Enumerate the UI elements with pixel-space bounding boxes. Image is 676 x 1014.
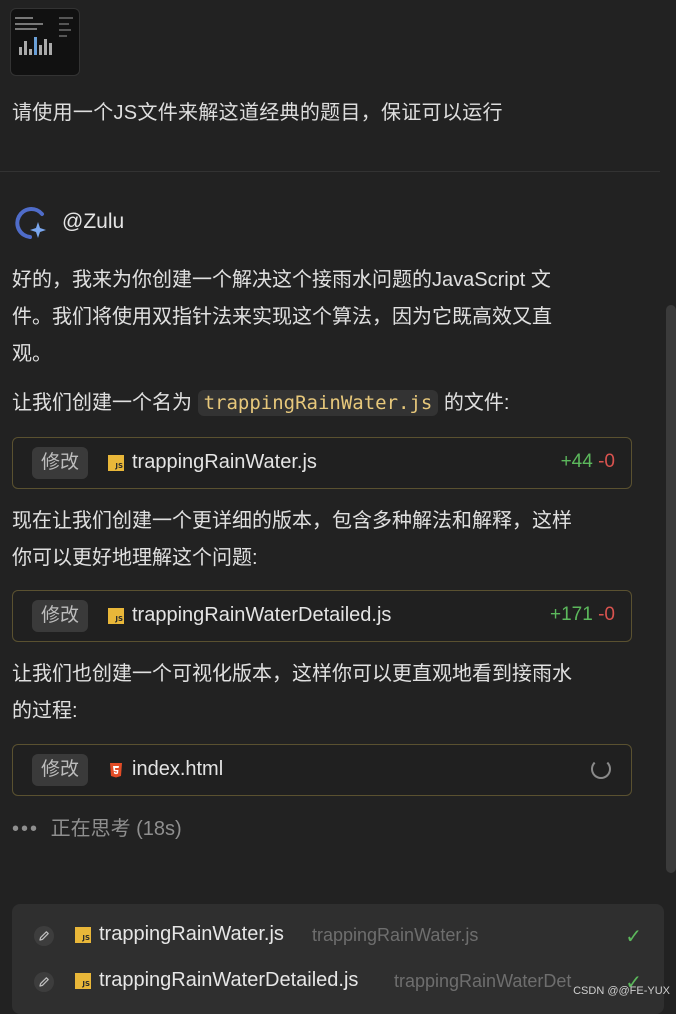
agent-message-visualization: 让我们也创建一个可视化版本，这样你可以更直观地看到接雨水 的过程: — [12, 656, 632, 730]
js-file-icon: JS — [75, 927, 91, 943]
file-change-card[interactable]: 修改 JS trappingRainWaterDetailed.js +171 … — [12, 590, 632, 642]
thumbnail-preview-right — [59, 13, 75, 69]
message-line: 现在让我们创建一个更详细的版本，包含多种解法和解释，这样 — [12, 510, 572, 532]
changed-file-name: trappingRainWaterDetailed.js — [99, 969, 359, 991]
modify-tag: 修改 — [32, 754, 88, 786]
message-text: 让我们创建一个名为 — [12, 392, 192, 414]
file-name: trappingRainWaterDetailed.js — [132, 604, 392, 626]
inline-code-filename: trappingRainWater.js — [197, 390, 439, 416]
file-change-card[interactable]: 修改 index.html — [12, 744, 632, 796]
watermark: CSDN @@FE-YUX — [573, 985, 670, 997]
diff-stats: +44 -0 — [561, 451, 615, 473]
attached-image-thumbnail[interactable] — [10, 8, 80, 76]
message-divider — [0, 171, 660, 172]
thumbnail-preview-left — [15, 15, 55, 67]
changed-file-row[interactable]: JS trappingRainWater.js trappingRainWate… — [12, 916, 664, 956]
changed-files-panel: JS trappingRainWater.js trappingRainWate… — [12, 904, 664, 1014]
agent-message-intro: 好的，我来为你创建一个解决这个接雨水问题的JavaScript 文 件。我们将使… — [12, 262, 632, 373]
message-line: 你可以更好地理解这个问题: — [12, 547, 258, 569]
message-line: 件。我们将使用双指针法来实现这个算法，因为它既高效又直 — [12, 306, 552, 328]
loading-spinner-icon — [591, 759, 611, 779]
agent-message-create-file: 让我们创建一个名为 trappingRainWater.js 的文件: — [12, 385, 632, 422]
message-line: 好的，我来为你创建一个解决这个接雨水问题的JavaScript 文 — [12, 269, 551, 291]
modify-tag: 修改 — [32, 447, 88, 479]
thinking-dots-icon: ••• — [12, 818, 40, 840]
edit-pencil-icon[interactable] — [34, 972, 54, 992]
lines-removed: -0 — [598, 604, 615, 625]
agent-avatar-icon — [15, 207, 46, 239]
thinking-label: 正在思考 (18s) — [50, 818, 182, 840]
message-text: 的文件: — [443, 392, 510, 414]
message-line: 的过程: — [12, 700, 78, 722]
message-line: 让我们也创建一个可视化版本，这样你可以更直观地看到接雨水 — [12, 663, 572, 685]
message-line: 观。 — [12, 343, 52, 365]
diff-stats: +171 -0 — [550, 604, 615, 626]
agent-name: @Zulu — [62, 210, 125, 233]
file-name: trappingRainWater.js — [132, 451, 317, 473]
user-message: 请使用一个JS文件来解这道经典的题目，保证可以运行 — [12, 102, 503, 124]
scrollbar-thumb[interactable] — [666, 305, 676, 873]
lines-added: +44 — [560, 451, 593, 472]
js-file-icon: JS — [75, 973, 91, 989]
html5-icon — [110, 763, 122, 778]
changed-file-name: trappingRainWater.js — [99, 923, 284, 945]
file-change-card[interactable]: 修改 JS trappingRainWater.js +44 -0 — [12, 437, 632, 489]
agent-message-detailed: 现在让我们创建一个更详细的版本，包含多种解法和解释，这样 你可以更好地理解这个问… — [12, 503, 632, 577]
lines-added: +171 — [550, 604, 593, 625]
thinking-status: ••• 正在思考 (18s) — [12, 812, 182, 841]
js-file-icon: JS — [108, 455, 124, 471]
modify-tag: 修改 — [32, 600, 88, 632]
changed-file-path: trappingRainWaterDet — [394, 971, 572, 991]
lines-removed: -0 — [598, 451, 615, 472]
js-file-icon: JS — [108, 608, 124, 624]
file-name: index.html — [132, 758, 224, 780]
changed-file-path: trappingRainWater.js — [312, 925, 479, 945]
check-icon: ✓ — [625, 926, 642, 948]
changed-file-row[interactable]: JS trappingRainWaterDetailed.js trapping… — [12, 962, 664, 1002]
edit-pencil-icon[interactable] — [34, 926, 54, 946]
